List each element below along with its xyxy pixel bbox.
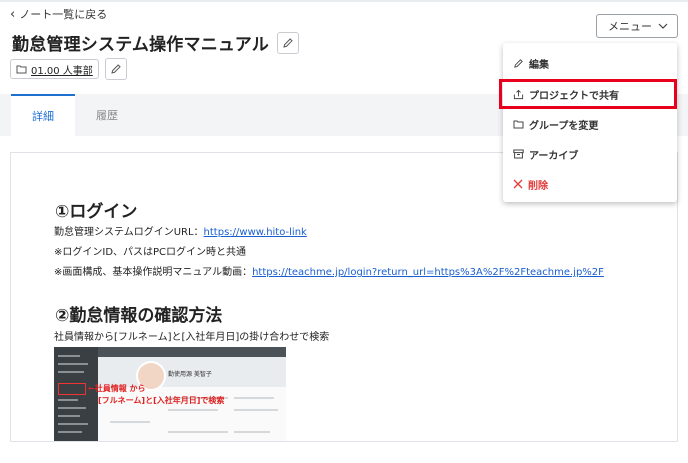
top-border — [0, 0, 688, 2]
folder-icon — [513, 120, 524, 129]
screenshot-highlight-box — [58, 383, 86, 395]
login-url-line: 勤怠管理システムログインURL：https://www.hito-link — [54, 223, 307, 238]
pencil-icon — [111, 64, 121, 74]
menu-dropdown: 編集 プロジェクトで共有 グループを変更 アーカイブ 削除 — [503, 43, 677, 202]
screenshot-annotation-2: [フルネーム]と[入社年月日]で検索 — [98, 396, 225, 405]
page-title: 勤怠管理システム操作マニュアル — [12, 35, 269, 55]
folder-icon — [16, 65, 27, 74]
screenshot-sidebar — [54, 347, 98, 441]
section-attendance-title: ②勤怠情報の確認方法 — [55, 306, 223, 326]
section-login-title: ①ログイン — [55, 202, 138, 222]
edit-department-button[interactable] — [104, 58, 127, 80]
pencil-icon — [514, 58, 523, 68]
close-icon — [513, 179, 523, 189]
tab-details[interactable]: 詳細 — [11, 94, 75, 136]
manual-video-line: ※画面構成、基本操作説明マニュアル動画：https://teachme.jp/l… — [54, 263, 604, 278]
menu-item-change-group-label: グループを変更 — [529, 120, 599, 132]
login-url-label: 勤怠管理システムログインURL： — [54, 227, 204, 238]
highlight-box — [499, 79, 677, 109]
tab-history[interactable]: 履歴 — [75, 94, 139, 136]
back-to-notes-link[interactable]: ‹ ノート一覧に戻る — [10, 6, 107, 22]
chevron-down-icon — [658, 23, 668, 29]
menu-item-delete-label: 削除 — [528, 180, 548, 192]
menu-item-archive-label: アーカイブ — [529, 150, 579, 162]
pencil-icon — [283, 37, 293, 48]
menu-item-change-group[interactable]: グループを変更 — [503, 109, 677, 139]
embedded-screenshot: 勤使用源 美智子 ←社員情報 から [フルネーム]と[入社年月日]で検索 — [54, 347, 286, 441]
menu-button[interactable]: メニュー — [596, 14, 678, 38]
chevron-left-icon: ‹ — [10, 6, 16, 22]
menu-item-archive[interactable]: アーカイブ — [503, 139, 677, 169]
search-instruction: 社員情報から[フルネーム]と[入社年月日]の掛け合わせで検索 — [54, 332, 330, 343]
screenshot-annotation-1: ←社員情報 から — [88, 384, 146, 393]
login-id-note: ※ログインID、パスはPCログイン時と共通 — [54, 247, 247, 258]
screenshot-header — [98, 347, 286, 357]
back-link-label: ノート一覧に戻る — [19, 8, 108, 21]
login-url-link[interactable]: https://www.hito-link — [204, 227, 307, 238]
menu-button-label: メニュー — [608, 20, 652, 33]
title-row: 勤怠管理システム操作マニュアル — [12, 30, 299, 55]
department-chip[interactable]: 01.00 人事部 — [10, 59, 99, 79]
menu-item-edit[interactable]: 編集 — [503, 48, 677, 78]
department-row: 01.00 人事部 — [10, 58, 127, 80]
menu-item-edit-label: 編集 — [529, 59, 549, 71]
department-label: 01.00 人事部 — [31, 65, 93, 77]
screenshot-name: 勤使用源 美智子 — [168, 371, 212, 378]
manual-video-label: ※画面構成、基本操作説明マニュアル動画： — [54, 267, 253, 278]
archive-icon — [513, 149, 524, 159]
edit-title-button[interactable] — [276, 31, 299, 54]
menu-item-delete[interactable]: 削除 — [503, 169, 677, 199]
manual-video-link[interactable]: https://teachme.jp/login?return_url=http… — [252, 267, 604, 278]
